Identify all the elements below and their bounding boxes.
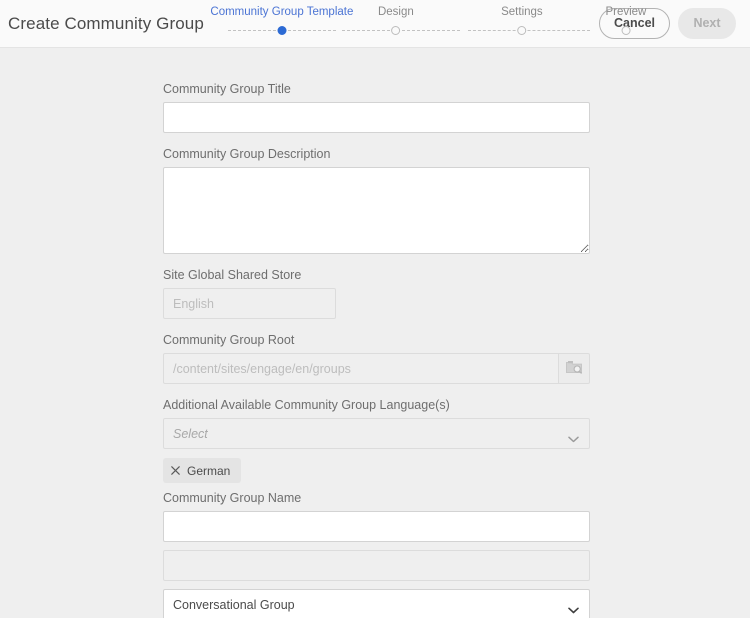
- select-placeholder: Select: [173, 426, 208, 441]
- site-global-shared-store-input: [163, 288, 336, 319]
- step-dot: [621, 25, 631, 35]
- step-label: Community Group Template: [210, 5, 354, 18]
- step-dot-active: [277, 25, 287, 35]
- page-title: Create Community Group: [8, 13, 204, 33]
- community-group-root-row: [163, 353, 590, 384]
- step-dot: [517, 25, 527, 35]
- field-secondary-name: [163, 550, 590, 581]
- group-type-value: Conversational Group: [173, 597, 295, 612]
- field-label: Additional Available Community Group Lan…: [163, 398, 450, 412]
- field-community-group-name: Community Group Name: [163, 491, 590, 542]
- field-community-group-description: Community Group Description: [163, 147, 590, 254]
- step-community-group-template[interactable]: Community Group Template: [210, 5, 353, 35]
- app-header: Create Community Group Community Group T…: [0, 0, 750, 48]
- community-group-description-textarea[interactable]: [163, 167, 590, 254]
- field-label: Community Group Description: [163, 147, 331, 161]
- chevron-down-icon: [568, 432, 579, 446]
- field-label: Community Group Root: [163, 333, 295, 347]
- form-content-area: Community Group Title Community Group De…: [0, 48, 750, 618]
- field-additional-languages: Additional Available Community Group Lan…: [163, 398, 590, 483]
- language-tag-label: German: [187, 463, 231, 478]
- step-design[interactable]: Design: [378, 5, 414, 35]
- folder-search-icon: [566, 360, 582, 377]
- field-label: Site Global Shared Store: [163, 268, 302, 282]
- secondary-name-input: [163, 550, 590, 581]
- additional-languages-select[interactable]: Select: [163, 418, 590, 449]
- next-button[interactable]: Next: [678, 8, 736, 39]
- step-indicator-track: Community Group Template Design Settings…: [210, 5, 646, 41]
- create-community-group-form: Community Group Title Community Group De…: [163, 82, 590, 618]
- close-icon[interactable]: [171, 466, 180, 475]
- step-preview[interactable]: Preview: [605, 5, 646, 35]
- field-community-group-root: Community Group Root: [163, 333, 590, 384]
- field-group-type: Conversational Group: [163, 589, 590, 618]
- step-settings[interactable]: Settings: [501, 5, 543, 35]
- selected-languages-list: German: [163, 458, 590, 483]
- language-tag-german[interactable]: German: [163, 458, 242, 483]
- community-group-root-input: [163, 353, 558, 384]
- browse-path-button[interactable]: [558, 353, 590, 384]
- field-community-group-title: Community Group Title: [163, 82, 590, 133]
- field-label: Community Group Title: [163, 82, 291, 96]
- field-site-global-shared-store: Site Global Shared Store: [163, 268, 590, 319]
- step-dot: [391, 25, 401, 35]
- step-label: Settings: [501, 5, 543, 18]
- step-label: Design: [377, 5, 414, 18]
- step-indicator: Community Group Template Design Settings…: [210, 0, 646, 48]
- step-label: Preview: [605, 5, 647, 18]
- community-group-name-input[interactable]: [163, 511, 590, 542]
- group-type-select[interactable]: Conversational Group: [163, 589, 590, 618]
- community-group-title-input[interactable]: [163, 102, 590, 133]
- field-label: Community Group Name: [163, 491, 302, 505]
- chevron-down-icon: [568, 603, 579, 617]
